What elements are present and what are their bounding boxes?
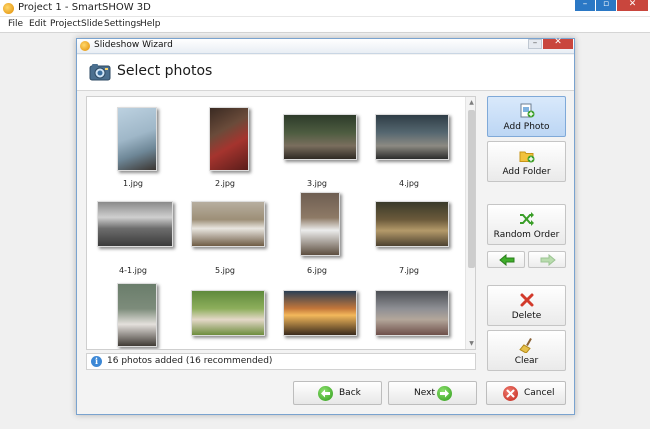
back-arrow-icon	[318, 386, 333, 401]
photo-thumbnail[interactable]	[191, 201, 265, 247]
delete-label: Delete	[511, 311, 542, 321]
menu-help[interactable]: Help	[140, 19, 161, 29]
clear-button[interactable]: Clear	[487, 330, 566, 371]
photo-caption: 4-1.jpg	[119, 266, 147, 275]
scroll-down-icon[interactable]: ▼	[466, 338, 475, 349]
add-folder-button[interactable]: Add Folder	[487, 141, 566, 182]
arrow-right-icon	[540, 254, 556, 266]
photo-thumbnail[interactable]	[300, 192, 340, 256]
dialog-header: Select photos	[77, 55, 574, 91]
photo-item[interactable]: 4.jpg	[363, 103, 455, 188]
delete-button[interactable]: Delete	[487, 285, 566, 326]
photo-caption: 7.jpg	[398, 266, 419, 275]
arrow-left-icon	[499, 254, 515, 266]
random-order-button[interactable]: Random Order	[487, 204, 566, 245]
cancel-icon	[503, 386, 518, 401]
photo-item[interactable]	[179, 277, 271, 349]
close-button[interactable]: ✕	[617, 0, 648, 11]
random-order-label: Random Order	[493, 230, 560, 240]
menu-slide[interactable]: Slide	[81, 19, 103, 29]
back-button[interactable]: Back	[293, 381, 382, 405]
photo-thumbnail[interactable]	[117, 283, 157, 347]
photo-thumbnail[interactable]	[375, 114, 449, 160]
add-photo-icon	[520, 103, 535, 118]
app-logo-icon	[3, 3, 14, 14]
photo-item[interactable]: 5.jpg	[179, 190, 271, 275]
photo-item[interactable]: 7.jpg	[363, 190, 455, 275]
menu-edit[interactable]: Edit	[29, 19, 46, 29]
photo-item[interactable]: 3.jpg	[271, 103, 363, 188]
photo-item[interactable]	[363, 277, 455, 349]
camera-icon	[89, 64, 111, 81]
next-button[interactable]: Next	[388, 381, 477, 405]
photo-thumbnail[interactable]	[97, 201, 173, 247]
add-photo-label: Add Photo	[503, 122, 550, 132]
maximize-button[interactable]: ▫	[596, 0, 616, 11]
close-icon: ✕	[628, 0, 637, 9]
scroll-thumb[interactable]	[468, 110, 475, 268]
photo-caption: 1.jpg	[122, 179, 143, 188]
shuffle-icon	[520, 212, 534, 226]
status-bar: i 16 photos added (16 recommended)	[86, 353, 476, 370]
add-folder-icon	[519, 151, 535, 163]
photo-item[interactable]: 2.jpg	[179, 103, 271, 188]
photo-thumbnail[interactable]	[209, 107, 249, 171]
photo-item[interactable]: 1.jpg	[87, 103, 179, 188]
add-photo-button[interactable]: Add Photo	[487, 96, 566, 137]
photo-grid[interactable]: 1.jpg 2.jpg 3.jpg 4.jpg 4-1.jpg 5.jpg 6.…	[86, 96, 476, 350]
dialog-title: Slideshow Wizard	[94, 40, 173, 50]
minimize-icon: –	[532, 38, 538, 48]
maximize-icon: ▫	[602, 0, 610, 9]
dialog-titlebar: Slideshow Wizard – ✕	[77, 37, 574, 54]
dialog-close-button[interactable]: ✕	[543, 37, 573, 49]
minimize-button[interactable]: –	[575, 0, 595, 11]
photo-caption: 5.jpg	[214, 266, 235, 275]
back-label: Back	[339, 388, 361, 398]
next-arrow-icon	[437, 386, 452, 401]
add-folder-label: Add Folder	[502, 167, 551, 177]
photo-item[interactable]	[271, 277, 363, 349]
menu-settings[interactable]: Settings	[104, 19, 141, 29]
broom-icon	[519, 338, 532, 353]
photo-item[interactable]: 6.jpg	[271, 190, 363, 275]
info-icon: i	[91, 356, 102, 367]
photo-thumbnail[interactable]	[117, 107, 157, 171]
photo-caption: 3.jpg	[306, 179, 327, 188]
dialog-logo-icon	[80, 41, 90, 51]
photo-thumbnail[interactable]	[283, 290, 357, 336]
move-right-button[interactable]	[528, 251, 566, 268]
status-text: 16 photos added (16 recommended)	[107, 356, 273, 366]
photo-thumbnail[interactable]	[283, 114, 357, 160]
menu-bar: File Edit Project Slide Settings Help	[0, 17, 650, 32]
photo-grid-scrollbar[interactable]: ▲ ▼	[465, 97, 475, 349]
photo-thumbnail[interactable]	[375, 201, 449, 247]
clear-label: Clear	[514, 356, 539, 366]
scroll-up-icon[interactable]: ▲	[466, 97, 475, 108]
page-title: Select photos	[117, 63, 213, 79]
delete-icon	[520, 293, 534, 307]
minimize-icon: –	[582, 0, 588, 9]
photo-caption: 6.jpg	[306, 266, 327, 275]
photo-caption: 2.jpg	[214, 179, 235, 188]
photo-item[interactable]	[87, 277, 179, 349]
close-icon: ✕	[554, 37, 562, 47]
photo-caption: 4.jpg	[398, 179, 419, 188]
next-label: Next	[414, 388, 435, 398]
photo-item[interactable]: 4-1.jpg	[87, 190, 179, 275]
cancel-label: Cancel	[524, 388, 555, 398]
menu-file[interactable]: File	[8, 19, 23, 29]
photo-thumbnail[interactable]	[375, 290, 449, 336]
move-left-button[interactable]	[487, 251, 525, 268]
menu-project[interactable]: Project	[50, 19, 81, 29]
app-titlebar: Project 1 - SmartSHOW 3D – ▫ ✕	[0, 0, 650, 17]
photo-thumbnail[interactable]	[191, 290, 265, 336]
dialog-minimize-button[interactable]: –	[528, 38, 542, 49]
app-title: Project 1 - SmartSHOW 3D	[18, 2, 151, 13]
slideshow-wizard-dialog: Slideshow Wizard – ✕ Select photos 1.jpg…	[76, 37, 575, 415]
cancel-button[interactable]: Cancel	[486, 381, 566, 405]
